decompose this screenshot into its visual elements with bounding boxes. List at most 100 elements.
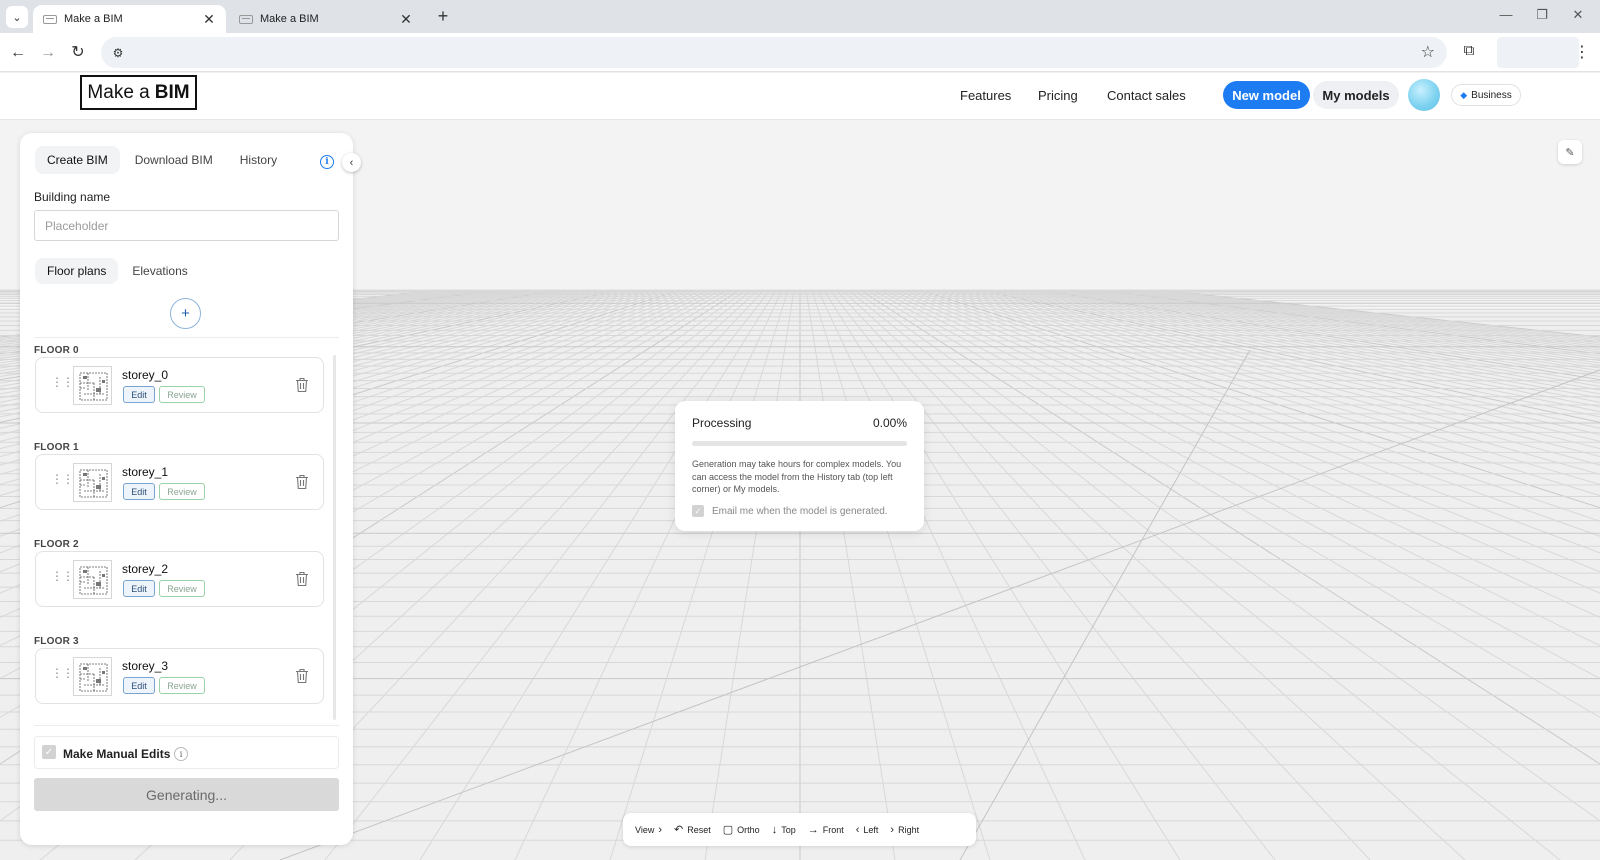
tab-history[interactable]: History <box>228 146 289 174</box>
floor-card[interactable]: ⋮⋮ storey_1 Edit Review <box>35 454 324 510</box>
processing-card: Processing 0.00% Generation may take hou… <box>675 401 924 531</box>
reset-view-button[interactable]: ↶ Reset <box>674 823 711 836</box>
front-label: Front <box>822 824 844 835</box>
floor-card[interactable]: ⋮⋮ storey_2 Edit Review <box>35 551 324 607</box>
new-tab-button[interactable]: + <box>433 6 453 27</box>
back-icon[interactable]: ← <box>7 42 29 64</box>
create-bim-panel: Create BIM Download BIM History i Buildi… <box>20 133 353 845</box>
view-menu-button[interactable]: View › <box>635 824 662 836</box>
tab-create-bim[interactable]: Create BIM <box>35 146 120 174</box>
avatar[interactable] <box>1408 79 1440 111</box>
edit-floor-button[interactable]: Edit <box>123 386 155 403</box>
trash-icon[interactable] <box>295 668 309 684</box>
edit-floor-button[interactable]: Edit <box>123 580 155 597</box>
browser-tab-bar: ⌄ Make a BIM ✕ Make a BIM ✕ + — ❐ ✕ <box>0 0 1600 33</box>
tab-floor-plans[interactable]: Floor plans <box>35 258 119 284</box>
my-models-button[interactable]: My models <box>1313 81 1399 109</box>
manual-edits-label: Make Manual Edits <box>63 747 171 761</box>
manual-edits-checkbox[interactable]: ✓ <box>42 745 56 759</box>
nav-contact-sales[interactable]: Contact sales <box>1107 88 1186 103</box>
floor-plan-thumbnail[interactable] <box>73 657 112 696</box>
tab-search-button[interactable]: ⌄ <box>6 6 28 28</box>
divider <box>34 337 339 338</box>
view-label: View <box>635 824 655 835</box>
floor-list-scrollbar[interactable] <box>333 355 336 720</box>
review-floor-button[interactable]: Review <box>159 580 205 597</box>
minimize-icon[interactable]: — <box>1496 7 1516 22</box>
panel-tabs: Create BIM Download BIM History <box>35 146 289 176</box>
building-name-label: Building name <box>34 190 111 204</box>
building-name-input[interactable] <box>34 210 339 241</box>
manual-edits-option[interactable]: ✓ Make Manual Edits i <box>34 736 339 769</box>
bookmark-star-icon[interactable]: ☆ <box>1421 42 1435 62</box>
front-view-button[interactable]: → Front <box>808 824 844 836</box>
drag-handle-icon[interactable]: ⋮⋮ <box>51 667 74 679</box>
add-floor-button[interactable]: + <box>170 298 201 329</box>
restore-icon[interactable]: ❐ <box>1532 7 1552 23</box>
diamond-icon: ◆ <box>1460 89 1468 100</box>
collapse-panel-chevron-left-icon[interactable]: ‹ <box>342 153 361 172</box>
edit-floor-button[interactable]: Edit <box>123 677 155 694</box>
browser-tab-active[interactable]: Make a BIM ✕ <box>33 5 226 33</box>
floor-plan-thumbnail[interactable] <box>73 560 112 599</box>
manual-edits-info-icon[interactable]: i <box>174 747 188 761</box>
new-model-button[interactable]: New model <box>1223 81 1310 109</box>
plan-badge[interactable]: ◆ Business <box>1451 84 1521 106</box>
floor-plan-thumbnail[interactable] <box>73 366 112 405</box>
processing-percent: 0.00% <box>872 416 907 430</box>
chevron-left-icon: ‹ <box>855 823 860 836</box>
tab-title: Make a BIM <box>260 13 319 25</box>
extensions-icon[interactable]: ⧉ <box>1458 42 1480 64</box>
drag-handle-icon[interactable]: ⋮⋮ <box>51 376 74 388</box>
site-info-icon[interactable]: ⚙ <box>109 44 127 62</box>
tab-close-icon[interactable]: ✕ <box>202 11 216 28</box>
drag-handle-icon[interactable]: ⋮⋮ <box>51 473 74 485</box>
tab-elevations[interactable]: Elevations <box>120 258 199 284</box>
left-label: Left <box>863 824 879 835</box>
arrow-down-icon: ↓ <box>771 823 778 836</box>
floor-card[interactable]: ⋮⋮ storey_3 Edit Review <box>35 648 324 704</box>
floor-label: FLOOR 0 <box>34 345 79 356</box>
progress-bar <box>692 441 907 446</box>
right-view-button[interactable]: › Right <box>890 824 919 836</box>
review-floor-button[interactable]: Review <box>159 386 205 403</box>
trash-icon[interactable] <box>295 571 309 587</box>
review-floor-button[interactable]: Review <box>159 483 205 500</box>
processing-message: Generation may take hours for complex mo… <box>692 459 902 494</box>
drag-handle-icon[interactable]: ⋮⋮ <box>51 570 74 582</box>
floor-card[interactable]: ⋮⋮ storey_0 Edit Review <box>35 357 324 413</box>
browser-toolbar: ← → ↻ ⚙ ☆ ⧉ ⋮ <box>0 33 1600 72</box>
forward-icon[interactable]: → <box>37 42 59 64</box>
tab-title: Make a BIM <box>64 13 123 25</box>
browser-tab[interactable]: Make a BIM ✕ <box>229 5 423 33</box>
ortho-label: Ortho <box>737 824 760 835</box>
nav-pricing[interactable]: Pricing <box>1038 88 1078 103</box>
floor-name: storey_1 <box>122 465 169 479</box>
review-floor-button[interactable]: Review <box>159 677 205 694</box>
info-icon[interactable]: i <box>320 155 334 169</box>
window-close-icon[interactable]: ✕ <box>1568 7 1588 23</box>
undo-icon: ↶ <box>674 824 684 836</box>
top-view-button[interactable]: ↓ Top <box>772 824 796 836</box>
chevron-right-icon: › <box>890 823 895 836</box>
nav-features[interactable]: Features <box>960 88 1011 103</box>
processing-title: Processing <box>692 416 752 430</box>
notes-icon[interactable]: ✎ <box>1558 140 1582 164</box>
ortho-view-button[interactable]: ▢ Ortho <box>723 823 760 836</box>
trash-icon[interactable] <box>295 474 309 490</box>
left-view-button[interactable]: ‹ Left <box>856 824 879 836</box>
browser-menu-icon[interactable]: ⋮ <box>1574 42 1590 62</box>
email-checkbox[interactable]: ✓ <box>692 505 704 517</box>
generate-button[interactable]: Generating... <box>34 778 339 811</box>
plan-badge-label: Business <box>1471 89 1512 101</box>
tab-download-bim[interactable]: Download BIM <box>123 146 225 174</box>
reload-icon[interactable]: ↻ <box>67 42 89 64</box>
profile-button[interactable] <box>1497 37 1579 68</box>
trash-icon[interactable] <box>295 377 309 393</box>
logo[interactable]: Make a BIM <box>80 75 197 110</box>
edit-floor-button[interactable]: Edit <box>123 483 155 500</box>
floor-label: FLOOR 3 <box>34 636 79 647</box>
tab-close-icon[interactable]: ✕ <box>399 11 413 28</box>
address-bar[interactable]: ⚙ ☆ <box>101 37 1447 68</box>
floor-plan-thumbnail[interactable] <box>73 463 112 502</box>
